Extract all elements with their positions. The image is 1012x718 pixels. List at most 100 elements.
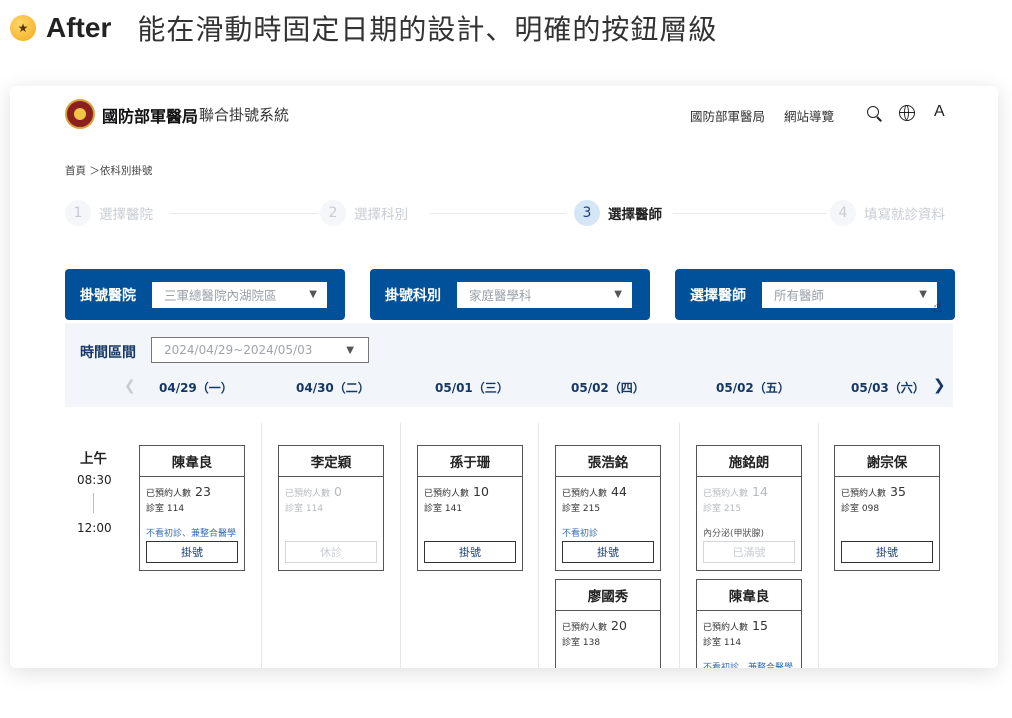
department-select[interactable]: 家庭醫學科 ▼ <box>457 281 632 308</box>
booked-count: 已預約人數 44 <box>562 484 627 499</box>
step-3-current: 3 選擇醫師 <box>574 200 662 226</box>
brand-title[interactable]: 國防部軍醫局 <box>102 103 198 127</box>
column-divider <box>400 423 401 668</box>
chevron-down-icon: ▼ <box>346 344 354 356</box>
step-number: 1 <box>65 200 91 226</box>
date-header: 04/29（一） <box>159 381 233 395</box>
doctor-note: 內分泌(甲狀腺) <box>703 529 765 539</box>
register-button[interactable]: 掛號 <box>562 541 654 563</box>
clinic-room: 診室 215 <box>562 504 601 514</box>
doctor-name: 謝宗保 <box>835 446 939 477</box>
date-header: 05/01（三） <box>435 381 509 395</box>
filter-label: 選擇醫師 <box>690 287 746 304</box>
doctor-card: 謝宗保 已預約人數 35 診室 098 掛號 <box>834 445 940 571</box>
doctor-card: 張浩銘 已預約人數 44 診室 215 不看初診 掛號 <box>555 445 661 571</box>
step-connector <box>430 213 565 214</box>
register-button[interactable]: 掛號 <box>146 541 238 563</box>
filter-label: 掛號醫院 <box>80 287 136 304</box>
doctor-note: 不看初診 <box>562 529 599 539</box>
heading-description: 能在滑動時固定日期的設計、明確的按鈕層級 <box>137 13 718 46</box>
breadcrumb[interactable]: 首頁 ＞依科別掛號 <box>65 163 152 178</box>
doctor-name: 廖國秀 <box>556 580 660 611</box>
session-start-time: 08:30 <box>77 473 112 487</box>
nav-link-sitemap[interactable]: 網站導覽 <box>784 106 834 125</box>
time-range-select[interactable]: 2024/04/29~2024/05/03 ▼ <box>151 337 369 363</box>
chevron-down-icon: ▼ <box>614 289 622 300</box>
column-divider <box>261 423 262 668</box>
step-number: 3 <box>574 200 600 226</box>
booked-count: 已預約人數 15 <box>703 618 768 633</box>
chevron-down-icon: ▼ <box>919 289 927 300</box>
time-range-value: 2024/04/29~2024/05/03 <box>164 343 313 357</box>
search-icon[interactable] <box>867 106 879 118</box>
clinic-room: 診室 138 <box>562 638 601 648</box>
step-label: 選擇醫院 <box>99 207 153 223</box>
closed-button: 休診 <box>285 541 377 563</box>
step-1: 1 選擇醫院 <box>65 200 153 226</box>
clinic-room: 診室 098 <box>841 504 880 514</box>
booked-count: 已預約人數 20 <box>562 618 627 633</box>
step-label: 選擇科別 <box>354 207 408 223</box>
globe-icon[interactable] <box>899 105 915 121</box>
filter-label: 掛號科別 <box>385 287 441 304</box>
doctor-card: 施銘朗 已預約人數 14 診室 215 內分泌(甲狀腺) 已滿號 <box>696 445 802 571</box>
doctor-name: 李定穎 <box>279 446 383 477</box>
next-week-chevron-icon[interactable]: ❯ <box>933 376 946 394</box>
full-button: 已滿號 <box>703 541 795 563</box>
clinic-room: 診室 141 <box>424 504 463 514</box>
doctor-name: 孫于珊 <box>418 446 522 477</box>
hospital-select[interactable]: 三軍總醫院內湖院區 ▼ <box>152 281 327 308</box>
date-header: 04/30（二） <box>296 381 370 395</box>
ministry-logo-icon[interactable] <box>65 99 95 129</box>
time-range-label: 時間區間 <box>80 345 136 361</box>
step-connector <box>170 213 318 214</box>
column-divider <box>818 423 819 668</box>
doctor-card: 陳韋良 已預約人數 15 診室 114 不看初診、兼整合醫學 <box>696 579 802 668</box>
clinic-room: 診室 114 <box>703 638 742 648</box>
prev-week-chevron-icon[interactable]: ❮ <box>124 378 136 394</box>
step-4: 4 填寫就診資料 <box>830 200 945 226</box>
doctor-note: 不看初診、兼整合醫學 <box>146 529 237 539</box>
session-end-time: 12:00 <box>77 521 112 535</box>
hospital-filter: 掛號醫院 三軍總醫院內湖院區 ▼ <box>65 269 345 320</box>
hand-cursor-icon: ☝ <box>933 298 943 316</box>
clinic-room: 診室 114 <box>285 504 324 514</box>
doctor-card: 陳韋良 已預約人數 23 診室 114 不看初診、兼整合醫學 掛號 <box>139 445 245 571</box>
clinic-room: 診室 114 <box>146 504 185 514</box>
step-label: 選擇醫師 <box>608 207 662 223</box>
department-filter: 掛號科別 家庭醫學科 ▼ <box>370 269 650 320</box>
date-header: 05/03（六） <box>851 381 925 395</box>
nav-link-ministry[interactable]: 國防部軍醫局 <box>690 106 765 125</box>
step-label: 填寫就診資料 <box>864 207 945 223</box>
brand-subtitle: 聯合掛號系統 <box>199 106 290 124</box>
booked-count: 已預約人數 23 <box>146 484 211 499</box>
step-connector <box>673 213 827 214</box>
date-header: 05/02（五） <box>716 381 790 395</box>
doctor-note: 不看初診、兼整合醫學 <box>703 663 794 668</box>
after-label: After <box>46 12 112 43</box>
register-button[interactable]: 掛號 <box>841 541 933 563</box>
time-divider <box>93 493 94 513</box>
booked-count: 已預約人數 35 <box>841 484 906 499</box>
app-window: 國防部軍醫局 聯合掛號系統 國防部軍醫局 網站導覽 A 首頁 ＞依科別掛號 1 … <box>10 86 998 668</box>
step-number: 4 <box>830 200 856 226</box>
doctor-name: 陳韋良 <box>697 580 801 611</box>
chevron-down-icon: ▼ <box>309 289 317 300</box>
select-value: 所有醫師 <box>774 288 825 303</box>
select-value: 家庭醫學科 <box>469 288 532 303</box>
doctor-card: 廖國秀 已預約人數 20 診室 138 <box>555 579 661 668</box>
font-size-icon[interactable]: A <box>934 103 945 121</box>
doctor-filter: 選擇醫師 所有醫師 ▼ <box>675 269 955 320</box>
sticky-date-bar: 時間區間 2024/04/29~2024/05/03 ▼ ❮ 04/29（一） … <box>65 323 953 407</box>
date-header: 05/02（四） <box>571 381 645 395</box>
star-struck-emoji-icon: ★ <box>10 15 36 41</box>
doctor-select[interactable]: 所有醫師 ▼ <box>762 281 937 308</box>
step-2: 2 選擇科別 <box>320 200 408 226</box>
booked-count: 已預約人數 14 <box>703 484 768 499</box>
booked-count: 已預約人數 0 <box>285 484 342 499</box>
doctor-name: 張浩銘 <box>556 446 660 477</box>
column-divider <box>679 423 680 668</box>
booked-count: 已預約人數 10 <box>424 484 489 499</box>
doctor-card: 李定穎 已預約人數 0 診室 114 休診 <box>278 445 384 571</box>
register-button[interactable]: 掛號 <box>424 541 516 563</box>
